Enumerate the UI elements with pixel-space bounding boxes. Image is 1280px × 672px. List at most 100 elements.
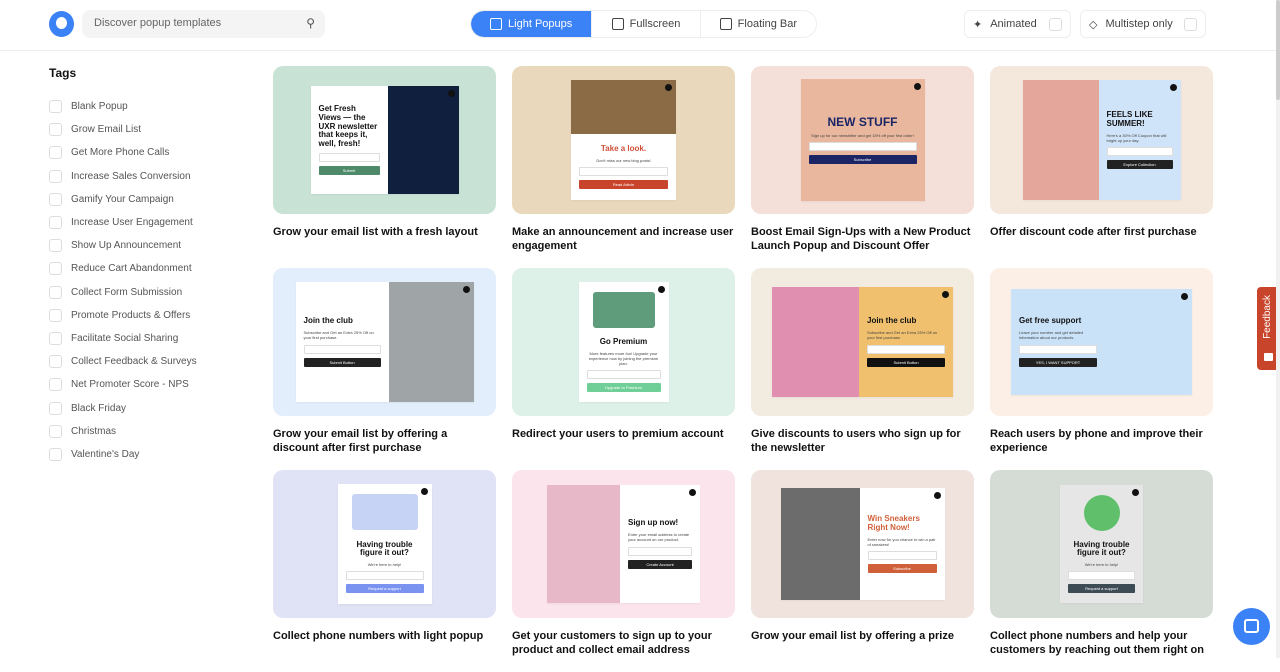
tag-item[interactable]: Collect Feedback & Surveys <box>49 350 197 373</box>
tag-checkbox[interactable] <box>49 424 62 438</box>
search-input[interactable]: Discover popup templates ⚲ <box>82 10 325 38</box>
tag-item[interactable]: Increase User Engagement <box>49 211 197 234</box>
template-card[interactable]: Win Sneakers Right Now! Enter now for yo… <box>751 470 974 672</box>
tab-fullscreen[interactable]: Fullscreen <box>592 11 701 37</box>
scrollbar[interactable] <box>1276 0 1280 658</box>
tag-checkbox[interactable] <box>49 262 62 276</box>
popup-body: Get free support Leave your number and g… <box>1011 289 1105 395</box>
animated-checkbox[interactable] <box>1049 17 1062 31</box>
template-card[interactable]: Having trouble figure it out? We're here… <box>990 470 1213 672</box>
multistep-checkbox[interactable] <box>1184 17 1197 31</box>
popup-image <box>388 282 474 402</box>
popup-heading: Join the club <box>303 316 353 326</box>
template-preview[interactable]: Take a look. Don't miss our new blog pos… <box>512 66 735 214</box>
tag-label: Valentine's Day <box>71 448 140 460</box>
popup-button: Request a support <box>345 584 424 594</box>
tab-light-popups[interactable]: Light Popups <box>471 11 593 37</box>
popup-heading: Having trouble figure it out? <box>1073 539 1130 558</box>
tag-item[interactable]: Gamify Your Campaign <box>49 188 197 211</box>
template-card[interactable]: Take a look. Don't miss our new blog pos… <box>512 66 735 268</box>
tag-checkbox[interactable] <box>49 308 62 322</box>
template-card[interactable]: Join the club Subscribe and Get an Extra… <box>273 268 496 470</box>
template-title[interactable]: Grow your email list by offering a disco… <box>273 427 496 455</box>
template-title[interactable]: Redirect your users to premium account <box>512 427 735 441</box>
tag-checkbox[interactable] <box>49 146 62 160</box>
template-preview[interactable]: Go Premium More features more fun! Upgra… <box>512 268 735 416</box>
template-card[interactable]: Having trouble figure it out? We're here… <box>273 470 496 672</box>
tag-item[interactable]: Show Up Announcement <box>49 234 197 257</box>
tag-checkbox[interactable] <box>49 123 62 137</box>
close-icon <box>1132 489 1139 496</box>
animated-toggle[interactable]: ✦ Animated <box>964 10 1071 38</box>
tag-item[interactable]: Net Promoter Score - NPS <box>49 373 197 396</box>
template-card[interactable]: Sign up now! Enter your email address to… <box>512 470 735 672</box>
tag-item[interactable]: Valentine's Day <box>49 443 197 466</box>
template-title[interactable]: Reach users by phone and improve their e… <box>990 427 1213 455</box>
popup-button: Explore Collection <box>1106 159 1173 169</box>
template-title[interactable]: Grow your email list with a fresh layout <box>273 225 496 239</box>
tag-checkbox[interactable] <box>49 100 62 114</box>
template-preview[interactable]: Win Sneakers Right Now! Enter now for yo… <box>751 470 974 618</box>
popup-input <box>1106 146 1173 156</box>
tag-item[interactable]: Facilitate Social Sharing <box>49 327 197 350</box>
template-preview[interactable]: Get free support Leave your number and g… <box>990 268 1213 416</box>
tag-item[interactable]: Blank Popup <box>49 95 197 118</box>
tag-item[interactable]: Christmas <box>49 420 197 443</box>
tag-label: Promote Products & Offers <box>71 309 191 321</box>
popup-preview: Join the club Subscribe and Get an Extra… <box>772 287 953 397</box>
tag-item[interactable]: Promote Products & Offers <box>49 304 197 327</box>
template-title[interactable]: Collect phone numbers with light popup <box>273 629 496 643</box>
tag-item[interactable]: Grow Email List <box>49 118 197 141</box>
template-title[interactable]: Boost Email Sign-Ups with a New Product … <box>751 225 974 253</box>
tag-checkbox[interactable] <box>49 401 62 415</box>
tag-item[interactable]: Get More Phone Calls <box>49 141 197 164</box>
logo[interactable] <box>49 11 74 37</box>
tag-checkbox[interactable] <box>49 447 62 461</box>
template-preview[interactable]: Join the club Subscribe and Get an Extra… <box>273 268 496 416</box>
popup-subtext: Subscribe and Get an Extra 25% Off on yo… <box>303 330 374 341</box>
template-title[interactable]: Get your customers to sign up to your pr… <box>512 629 735 657</box>
template-card[interactable]: Get free support Leave your number and g… <box>990 268 1213 470</box>
template-title[interactable]: Make an announcement and increase user e… <box>512 225 735 253</box>
close-icon <box>689 489 696 496</box>
template-title[interactable]: Offer discount code after first purchase <box>990 225 1213 239</box>
tag-label: Show Up Announcement <box>71 240 182 252</box>
tag-checkbox[interactable] <box>49 355 62 369</box>
tag-checkbox[interactable] <box>49 331 62 345</box>
template-card[interactable]: Get Fresh Views — the UXR newsletter tha… <box>273 66 496 268</box>
template-preview[interactable]: Sign up now! Enter your email address to… <box>512 470 735 618</box>
multistep-toggle[interactable]: ◇ Multistep only <box>1080 10 1206 38</box>
template-card[interactable]: Go Premium More features more fun! Upgra… <box>512 268 735 470</box>
template-preview[interactable]: Get Fresh Views — the UXR newsletter tha… <box>273 66 496 214</box>
template-preview[interactable]: NEW STUFF Sign up for our newsletter and… <box>751 66 974 214</box>
tag-checkbox[interactable] <box>49 169 62 183</box>
popup-subtext: Enter your email address to create your … <box>628 532 690 543</box>
template-title[interactable]: Collect phone numbers and help your cust… <box>990 629 1213 657</box>
tag-item[interactable]: Collect Form Submission <box>49 281 197 304</box>
popup-subtext: Enter now for you chance to win a pair o… <box>867 536 936 547</box>
tag-checkbox[interactable] <box>49 378 62 392</box>
template-preview[interactable]: FEELS LIKE SUMMER! Here's a 30% Off Coup… <box>990 66 1213 214</box>
template-title[interactable]: Grow your email list by offering a prize <box>751 629 974 643</box>
tag-checkbox[interactable] <box>49 285 62 299</box>
template-card[interactable]: NEW STUFF Sign up for our newsletter and… <box>751 66 974 268</box>
chat-button[interactable] <box>1233 608 1270 645</box>
popup-preview: Get free support Leave your number and g… <box>1011 289 1192 395</box>
template-card[interactable]: FEELS LIKE SUMMER! Here's a 30% Off Coup… <box>990 66 1213 268</box>
tag-item[interactable]: Increase Sales Conversion <box>49 165 197 188</box>
tag-checkbox[interactable] <box>49 192 62 206</box>
tab-floating-bar[interactable]: Floating Bar <box>701 11 816 37</box>
template-preview[interactable]: Having trouble figure it out? We're here… <box>990 470 1213 618</box>
tag-item[interactable]: Black Friday <box>49 396 197 419</box>
tag-checkbox[interactable] <box>49 239 62 253</box>
template-title[interactable]: Give discounts to users who sign up for … <box>751 427 974 455</box>
template-preview[interactable]: Join the club Subscribe and Get an Extra… <box>751 268 974 416</box>
search-icon[interactable]: ⚲ <box>306 16 315 30</box>
tag-checkbox[interactable] <box>49 216 62 230</box>
scrollbar-thumb[interactable] <box>1276 0 1280 100</box>
popup-body: Sign up now! Enter your email address to… <box>620 485 700 603</box>
tag-item[interactable]: Reduce Cart Abandonment <box>49 257 197 280</box>
popup-input <box>1068 571 1135 581</box>
template-preview[interactable]: Having trouble figure it out? We're here… <box>273 470 496 618</box>
template-card[interactable]: Join the club Subscribe and Get an Extra… <box>751 268 974 470</box>
